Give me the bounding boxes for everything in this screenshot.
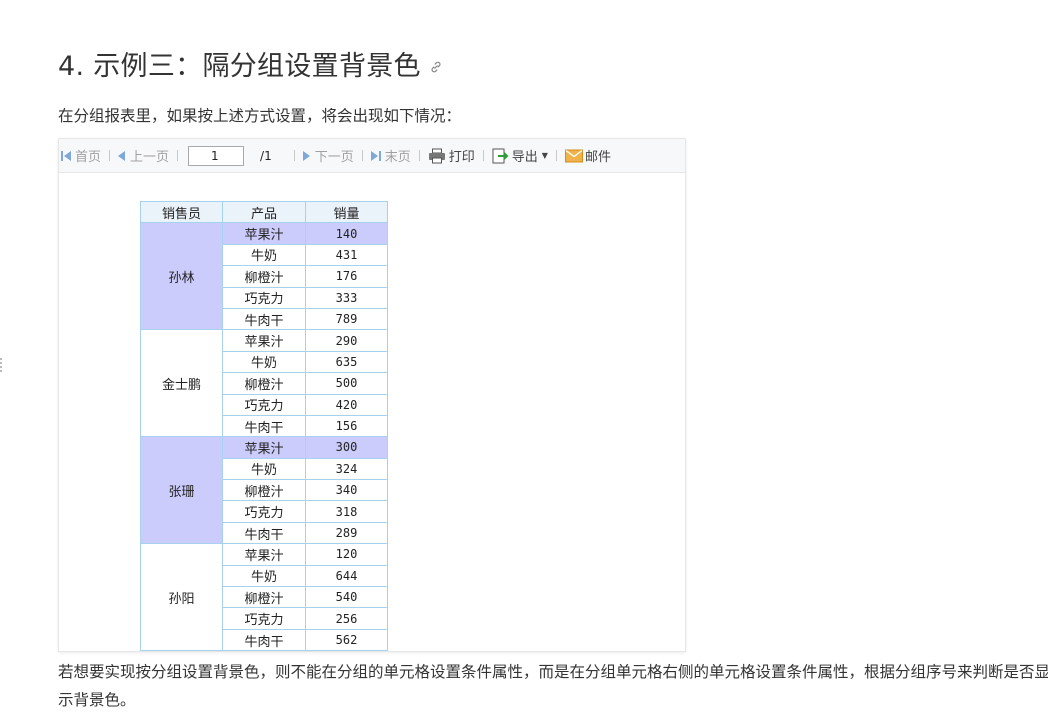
sales-table: 销售员 产品 销量 孙林 苹果汁 140 牛奶 431 柳橙汁 176 巧克力 333 牛肉干 78… [140, 200, 388, 651]
product-cell: 苹果汁 [222, 222, 306, 245]
qty-cell: 540 [305, 586, 388, 609]
printer-icon [428, 148, 446, 164]
first-page-button[interactable]: 首页 [61, 146, 101, 165]
product-cell: 柳橙汁 [222, 265, 306, 288]
product-cell: 苹果汁 [222, 543, 306, 566]
report-canvas: 销售员 产品 销量 孙林 苹果汁 140 牛奶 431 柳橙汁 176 巧克力 333 牛肉干 78… [59, 173, 685, 651]
export-icon [492, 147, 509, 164]
product-cell: 牛肉干 [222, 521, 306, 545]
product-cell: 巧克力 [222, 393, 306, 416]
mail-button[interactable]: 邮件 [564, 146, 611, 165]
product-cell: 牛奶 [222, 457, 306, 481]
qty-cell: 318 [305, 500, 388, 523]
last-page-button[interactable]: 末页 [370, 146, 411, 165]
qty-cell: 176 [305, 265, 388, 288]
table-row: 金士鹏 苹果汁 290 [140, 329, 388, 438]
chevron-down-icon: ▼ [541, 151, 548, 160]
page-number-input[interactable] [188, 145, 245, 166]
prev-page-icon [118, 150, 126, 161]
product-cell: 牛肉干 [222, 414, 306, 438]
qty-cell: 120 [305, 543, 388, 566]
first-page-icon [61, 150, 71, 161]
link-anchor-icon[interactable] [429, 50, 443, 81]
header-seller: 销售员 [140, 200, 223, 224]
product-cell: 牛肉干 [222, 628, 306, 651]
qty-cell: 644 [305, 564, 388, 588]
product-cell: 柳橙汁 [222, 479, 306, 502]
header-product: 产品 [222, 200, 306, 224]
next-page-button[interactable]: 下一页 [302, 146, 354, 165]
print-button[interactable]: 打印 [428, 146, 475, 165]
product-cell: 苹果汁 [222, 436, 306, 459]
mail-icon [564, 149, 583, 163]
section-title: 4. 示例三：隔分组设置背景色 [58, 51, 421, 82]
product-cell: 牛奶 [222, 243, 306, 267]
section-heading: 4. 示例三：隔分组设置背景色 [58, 44, 443, 83]
qty-cell: 324 [305, 457, 388, 481]
product-cell: 牛肉干 [222, 307, 306, 331]
header-qty: 销量 [305, 200, 388, 224]
page-total: /1 [260, 148, 272, 163]
qty-cell: 431 [305, 243, 388, 267]
report-toolbar: 首页 上一页 /1 下一页 末页 打印 导出 ▼ [59, 139, 685, 173]
table-header-row: 销售员 产品 销量 [140, 200, 388, 224]
table-row: 孙阳 苹果汁 120 [140, 543, 388, 651]
qty-cell: 140 [305, 222, 388, 245]
table-body: 孙林 苹果汁 140 牛奶 431 柳橙汁 176 巧克力 333 牛肉干 789 金士鹏 苹果汁 290… [140, 222, 388, 651]
qty-cell: 333 [305, 286, 388, 309]
qty-cell: 300 [305, 436, 388, 459]
product-cell: 牛奶 [222, 350, 306, 374]
product-cell: 柳橙汁 [222, 586, 306, 609]
last-page-icon [370, 150, 381, 161]
qty-cell: 256 [305, 607, 388, 630]
qty-cell: 562 [305, 628, 388, 651]
scroll-grip [0, 356, 4, 374]
qty-cell: 635 [305, 350, 388, 374]
qty-cell: 156 [305, 414, 388, 438]
report-viewer: 首页 上一页 /1 下一页 末页 打印 导出 ▼ [58, 138, 686, 652]
table-row: 张珊 苹果汁 300 [140, 436, 388, 545]
product-cell: 巧克力 [222, 286, 306, 309]
seller-cell: 金士鹏 [140, 329, 223, 438]
next-page-icon [302, 150, 310, 161]
qty-cell: 289 [305, 521, 388, 545]
product-cell: 柳橙汁 [222, 372, 306, 395]
note-paragraph: 若想要实现按分组设置背景色，则不能在分组的单元格设置条件属性，而是在分组单元格右… [58, 663, 1048, 709]
product-cell: 苹果汁 [222, 329, 306, 352]
prev-page-button[interactable]: 上一页 [118, 146, 169, 165]
seller-cell: 张珊 [140, 436, 223, 545]
seller-cell: 孙阳 [140, 543, 223, 651]
qty-cell: 500 [305, 372, 388, 395]
product-cell: 牛奶 [222, 564, 306, 588]
export-button[interactable]: 导出 ▼ [492, 146, 548, 165]
qty-cell: 420 [305, 393, 388, 416]
qty-cell: 290 [305, 329, 388, 352]
product-cell: 巧克力 [222, 500, 306, 523]
qty-cell: 789 [305, 307, 388, 331]
seller-cell: 孙林 [140, 222, 223, 331]
intro-paragraph: 在分组报表里，如果按上述方式设置，将会出现如下情况： [58, 107, 462, 125]
product-cell: 巧克力 [222, 607, 306, 630]
qty-cell: 340 [305, 479, 388, 502]
table-row: 孙林 苹果汁 140 [140, 222, 388, 331]
